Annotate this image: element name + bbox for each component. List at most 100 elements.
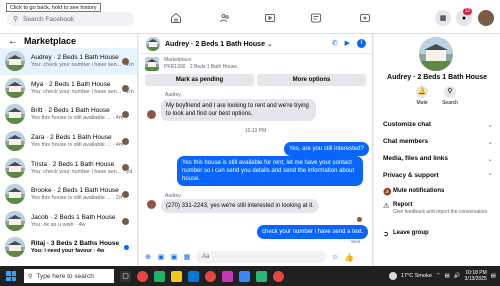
tray-arrow-icon[interactable]: ⌃ (436, 273, 441, 279)
more-options-button[interactable]: More options (257, 74, 366, 86)
volume-icon[interactable]: 🔊 (454, 273, 461, 279)
conversation-preview: Yes this house is still available ... · … (31, 142, 124, 149)
report-item[interactable]: ⚠ Report Give feedback and report the conv… (383, 202, 493, 215)
back-tooltip: Click to go back, hold to see history (6, 3, 101, 12)
mute-notifications-item[interactable]: 🔕 Mute notifications (383, 188, 493, 196)
message-timestamp: 10:13 PM (244, 128, 267, 134)
video-icon (265, 14, 275, 22)
network-icon[interactable]: ▤ (444, 273, 449, 279)
back-arrow-icon[interactable]: ← (8, 36, 18, 47)
app-icon-2[interactable] (239, 270, 250, 282)
outgoing-message: Yes, are you still interested? (284, 142, 369, 156)
chevron-down-icon: ⌄ (487, 156, 493, 163)
outgoing-message: check your number i have send a text. (257, 225, 369, 239)
sticker-icon[interactable]: ▣ (170, 253, 178, 261)
media-files-row[interactable]: Media, files and links ⌄ (383, 155, 493, 163)
listing-thumbnail (5, 184, 25, 205)
system-tray: 17°C Smoke ⌃ ▤ 🔊 10:18 PM 3/13/2025 ▤ (388, 266, 496, 286)
mark-as-pending-button[interactable]: Mark as pending (145, 74, 254, 86)
read-receipt-avatar (122, 137, 129, 145)
taskbar-search-input[interactable]: ⚲ Type here to search (24, 269, 114, 283)
top-bar: Click to go back, hold to see history ⚲ … (0, 0, 500, 34)
conversation-preview: You: check your number i have sen... · 2… (31, 168, 133, 175)
info-icon[interactable]: i (357, 39, 366, 48)
leave-icon: ➲ (383, 231, 389, 238)
chat-members-row[interactable]: Chat members ⌄ (383, 138, 493, 146)
video-call-icon[interactable]: ▶ (345, 39, 350, 48)
profile-avatar[interactable] (478, 10, 494, 26)
read-receipt-avatar (122, 217, 129, 225)
conversation-item[interactable]: Zara · 2 Beds 1 Bath House Yes this house… (0, 128, 137, 155)
conversation-item[interactable]: Jacob · 2 Beds 1 Bath House You: ok as u … (0, 208, 137, 235)
mute-button[interactable]: 🔔 Mute (416, 86, 429, 106)
grid-menu-icon: ▦ (439, 15, 447, 22)
conversation-preview: You: check your number i have sen... · 1… (31, 62, 134, 69)
task-view-icon[interactable]: ▢ (120, 270, 131, 282)
listing-thumbnail (5, 51, 25, 72)
conversation-item[interactable]: Brooke · 2 Beds 1 Bath House Yes this hou… (0, 181, 137, 208)
sender-avatar (147, 110, 156, 119)
clock[interactable]: 10:18 PM 3/13/2025 (465, 270, 487, 283)
leave-group-item[interactable]: ➲ Leave group (383, 230, 493, 238)
groups-nav-button[interactable] (296, 8, 336, 28)
home-nav-button[interactable] (156, 8, 196, 28)
conversation-name: Audrey · 2 Beds 1 Bath House (387, 74, 487, 81)
watch-nav-button[interactable] (250, 8, 290, 28)
chrome-profile-icon[interactable] (205, 270, 216, 282)
listing-thumbnail (5, 157, 25, 178)
store-icon[interactable] (188, 270, 199, 282)
chat-header: Audrey · 2 Beds 1 Bath House ⌄ ✆ ▶ i (139, 34, 372, 54)
customize-chat-row[interactable]: Customize chat ⌄ (383, 121, 493, 129)
search-conversation-button[interactable]: ⚲ Search (442, 86, 458, 106)
friends-nav-button[interactable] (205, 8, 245, 28)
notification-badge: 12 (463, 8, 472, 15)
listing-thumbnail (5, 131, 25, 152)
menu-button[interactable]: ▦ (435, 10, 451, 26)
privacy-support-row[interactable]: Privacy & support ⌃ (383, 172, 493, 180)
file-explorer-icon[interactable] (171, 270, 182, 282)
listing-thumbnail[interactable] (145, 57, 159, 71)
sender-avatar (147, 200, 156, 209)
listing-title[interactable]: PKR1300 · 2 Beds 1 Bath House (164, 64, 237, 71)
messenger-icon: ● (461, 14, 467, 22)
friends-icon (220, 14, 229, 23)
emoji-icon[interactable]: ☺ (331, 254, 339, 261)
conversation-sidebar: ← Marketplace Audrey · 2 Beds 1 Bath Hou… (0, 34, 138, 266)
windows-start-button[interactable] (6, 271, 16, 281)
chat-title[interactable]: Audrey · 2 Beds 1 Bath House ⌄ (165, 40, 273, 48)
edge-icon[interactable] (154, 270, 165, 282)
gaming-icon (360, 14, 370, 22)
incoming-message: (270) 331-2243, yes we're still interest… (161, 199, 319, 213)
conversation-item[interactable]: Ritaj · 3 Beds 2 Baths House You: i need … (0, 234, 137, 261)
notification-icon[interactable]: ▤ (491, 273, 496, 279)
gif-icon[interactable]: ▦ (183, 253, 191, 261)
conversation-item[interactable]: Mya · 2 Beds 1 Bath House You: check your… (0, 75, 137, 102)
chrome-icon[interactable] (137, 270, 148, 282)
phone-icon[interactable]: ✆ (332, 39, 338, 48)
gaming-nav-button[interactable] (345, 8, 385, 28)
image-icon[interactable]: ▣ (157, 253, 165, 261)
app-icon[interactable] (222, 270, 233, 282)
listing-thumbnail (5, 237, 25, 258)
like-icon[interactable]: 👍 (344, 253, 354, 262)
chrome-icon-2[interactable] (273, 270, 284, 282)
message-input[interactable]: Aa (196, 251, 326, 263)
app-icon-3[interactable] (256, 270, 267, 282)
conversation-item[interactable]: Trista · 2 Beds 1 Bath House You: check y… (0, 154, 137, 181)
listing-thumbnail (5, 77, 25, 98)
conversation-item[interactable]: Audrey · 2 Beds 1 Bath House You: check y… (0, 48, 137, 75)
conversation-preview: You: ok as u wish · 4w (31, 221, 86, 228)
sender-name: Audrey (165, 92, 181, 98)
facebook-search-input[interactable]: ⚲ Search Facebook (7, 12, 134, 26)
chat-header-actions: ✆ ▶ i (332, 39, 366, 48)
chevron-down-icon: ⌄ (487, 122, 493, 129)
conversation-preview: Yes this house is still available ... · … (31, 195, 122, 202)
plus-icon[interactable]: ⊕ (144, 253, 152, 261)
conversation-preview: You: check your number i have sen... · 1… (31, 88, 134, 95)
warning-icon: ⚠ (383, 203, 390, 210)
weather-icon (388, 272, 397, 280)
search-icon: ⚲ (28, 273, 33, 280)
search-icon: ⚲ (13, 16, 19, 23)
bell-off-icon: 🔕 (383, 189, 392, 196)
conversation-item[interactable]: Britt · 2 Beds 1 Bath House Yes this hous… (0, 101, 137, 128)
